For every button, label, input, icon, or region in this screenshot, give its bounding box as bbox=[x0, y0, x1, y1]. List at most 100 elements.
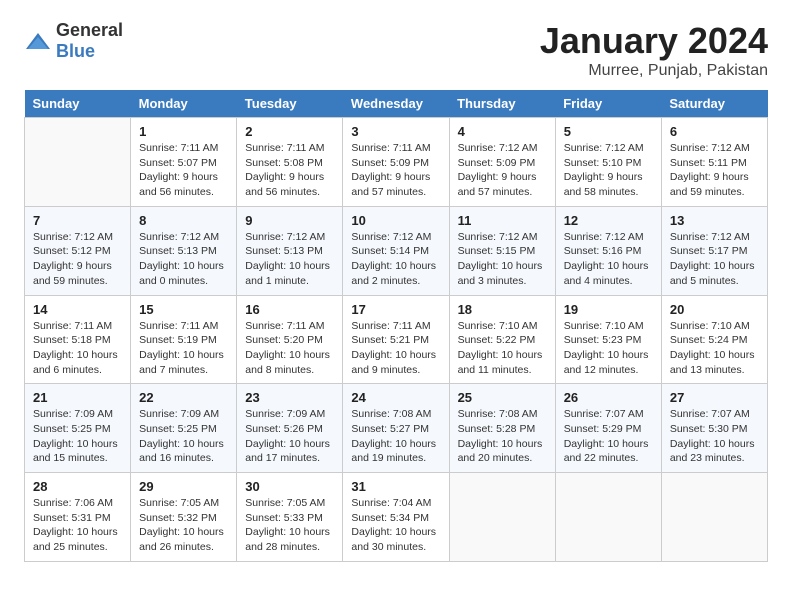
day-info: Sunrise: 7:11 AMSunset: 5:19 PMDaylight:… bbox=[139, 319, 228, 378]
calendar-cell bbox=[449, 473, 555, 562]
calendar-cell: 29 Sunrise: 7:05 AMSunset: 5:32 PMDayligh… bbox=[131, 473, 237, 562]
calendar-cell: 18Sunrise: 7:10 AMSunset: 5:22 PMDayligh… bbox=[449, 295, 555, 384]
weekday-header-wednesday: Wednesday bbox=[343, 90, 449, 118]
day-number: 8 bbox=[139, 213, 228, 228]
calendar-cell: 19Sunrise: 7:10 AMSunset: 5:23 PMDayligh… bbox=[555, 295, 661, 384]
day-info: Sunrise: 7:04 AMSunset: 5:34 PMDaylight:… bbox=[351, 496, 440, 555]
title-section: January 2024 Murree, Punjab, Pakistan bbox=[540, 20, 768, 80]
week-row-2: 7 Sunrise: 7:12 AMSunset: 5:12 PMDaylight… bbox=[25, 206, 768, 295]
calendar-cell: 30Sunrise: 7:05 AMSunset: 5:33 PMDayligh… bbox=[237, 473, 343, 562]
weekday-header-friday: Friday bbox=[555, 90, 661, 118]
weekday-header-tuesday: Tuesday bbox=[237, 90, 343, 118]
day-info: Sunrise: 7:09 AMSunset: 5:25 PMDaylight:… bbox=[33, 407, 122, 466]
calendar-cell bbox=[25, 118, 131, 207]
day-number: 27 bbox=[670, 390, 759, 405]
day-number: 17 bbox=[351, 302, 440, 317]
day-number: 16 bbox=[245, 302, 334, 317]
calendar-cell: 2Sunrise: 7:11 AMSunset: 5:08 PMDaylight… bbox=[237, 118, 343, 207]
day-number: 2 bbox=[245, 124, 334, 139]
day-number: 7 bbox=[33, 213, 122, 228]
day-info: Sunrise: 7:08 AMSunset: 5:27 PMDaylight:… bbox=[351, 407, 440, 466]
day-number: 20 bbox=[670, 302, 759, 317]
calendar-cell: 1 Sunrise: 7:11 AMSunset: 5:07 PMDaylight… bbox=[131, 118, 237, 207]
day-info: Sunrise: 7:10 AMSunset: 5:22 PMDaylight:… bbox=[458, 319, 547, 378]
calendar-cell bbox=[555, 473, 661, 562]
calendar-cell: 3 Sunrise: 7:11 AMSunset: 5:09 PMDaylight… bbox=[343, 118, 449, 207]
day-info: Sunrise: 7:07 AMSunset: 5:30 PMDaylight:… bbox=[670, 407, 759, 466]
day-info: Sunrise: 7:12 AMSunset: 5:13 PMDaylight:… bbox=[245, 230, 334, 289]
calendar-cell: 11Sunrise: 7:12 AMSunset: 5:15 PMDayligh… bbox=[449, 206, 555, 295]
day-info: Sunrise: 7:12 AMSunset: 5:11 PMDaylight:… bbox=[670, 141, 759, 200]
day-number: 6 bbox=[670, 124, 759, 139]
calendar-cell: 14Sunrise: 7:11 AMSunset: 5:18 PMDayligh… bbox=[25, 295, 131, 384]
weekday-header-sunday: Sunday bbox=[25, 90, 131, 118]
day-info: Sunrise: 7:11 AMSunset: 5:20 PMDaylight:… bbox=[245, 319, 334, 378]
day-number: 1 bbox=[139, 124, 228, 139]
day-number: 12 bbox=[564, 213, 653, 228]
calendar-cell: 9 Sunrise: 7:12 AMSunset: 5:13 PMDaylight… bbox=[237, 206, 343, 295]
day-number: 29 bbox=[139, 479, 228, 494]
day-number: 25 bbox=[458, 390, 547, 405]
logo: General Blue bbox=[24, 20, 123, 62]
day-info: Sunrise: 7:05 AMSunset: 5:32 PMDaylight:… bbox=[139, 496, 228, 555]
day-info: Sunrise: 7:06 AMSunset: 5:31 PMDaylight:… bbox=[33, 496, 122, 555]
calendar-cell: 24Sunrise: 7:08 AMSunset: 5:27 PMDayligh… bbox=[343, 384, 449, 473]
week-row-5: 28 Sunrise: 7:06 AMSunset: 5:31 PMDayligh… bbox=[25, 473, 768, 562]
calendar-cell: 22 Sunrise: 7:09 AMSunset: 5:25 PMDayligh… bbox=[131, 384, 237, 473]
calendar-cell: 21 Sunrise: 7:09 AMSunset: 5:25 PMDayligh… bbox=[25, 384, 131, 473]
day-number: 31 bbox=[351, 479, 440, 494]
logo-text-blue: Blue bbox=[56, 41, 95, 61]
calendar-cell: 17 Sunrise: 7:11 AMSunset: 5:21 PMDayligh… bbox=[343, 295, 449, 384]
day-number: 26 bbox=[564, 390, 653, 405]
location-title: Murree, Punjab, Pakistan bbox=[540, 62, 768, 80]
day-info: Sunrise: 7:11 AMSunset: 5:07 PMDaylight:… bbox=[139, 141, 228, 200]
weekday-header-saturday: Saturday bbox=[661, 90, 767, 118]
day-number: 15 bbox=[139, 302, 228, 317]
day-info: Sunrise: 7:12 AMSunset: 5:17 PMDaylight:… bbox=[670, 230, 759, 289]
day-info: Sunrise: 7:12 AMSunset: 5:14 PMDaylight:… bbox=[351, 230, 440, 289]
day-number: 9 bbox=[245, 213, 334, 228]
calendar-cell: 7 Sunrise: 7:12 AMSunset: 5:12 PMDaylight… bbox=[25, 206, 131, 295]
day-info: Sunrise: 7:07 AMSunset: 5:29 PMDaylight:… bbox=[564, 407, 653, 466]
calendar-cell: 25 Sunrise: 7:08 AMSunset: 5:28 PMDayligh… bbox=[449, 384, 555, 473]
day-number: 13 bbox=[670, 213, 759, 228]
day-info: Sunrise: 7:09 AMSunset: 5:25 PMDaylight:… bbox=[139, 407, 228, 466]
calendar-table: SundayMondayTuesdayWednesdayThursdayFrid… bbox=[24, 90, 768, 562]
day-number: 30 bbox=[245, 479, 334, 494]
calendar-cell: 20 Sunrise: 7:10 AMSunset: 5:24 PMDayligh… bbox=[661, 295, 767, 384]
day-number: 23 bbox=[245, 390, 334, 405]
day-number: 21 bbox=[33, 390, 122, 405]
weekday-header-row: SundayMondayTuesdayWednesdayThursdayFrid… bbox=[25, 90, 768, 118]
calendar-cell: 31 Sunrise: 7:04 AMSunset: 5:34 PMDayligh… bbox=[343, 473, 449, 562]
calendar-cell: 27 Sunrise: 7:07 AMSunset: 5:30 PMDayligh… bbox=[661, 384, 767, 473]
logo-text-general: General bbox=[56, 20, 123, 40]
calendar-cell: 6 Sunrise: 7:12 AMSunset: 5:11 PMDaylight… bbox=[661, 118, 767, 207]
day-number: 14 bbox=[33, 302, 122, 317]
day-info: Sunrise: 7:12 AMSunset: 5:12 PMDaylight:… bbox=[33, 230, 122, 289]
day-info: Sunrise: 7:12 AMSunset: 5:13 PMDaylight:… bbox=[139, 230, 228, 289]
calendar-cell: 13 Sunrise: 7:12 AMSunset: 5:17 PMDayligh… bbox=[661, 206, 767, 295]
day-number: 28 bbox=[33, 479, 122, 494]
day-info: Sunrise: 7:11 AMSunset: 5:21 PMDaylight:… bbox=[351, 319, 440, 378]
day-number: 5 bbox=[564, 124, 653, 139]
day-number: 3 bbox=[351, 124, 440, 139]
calendar-cell: 12Sunrise: 7:12 AMSunset: 5:16 PMDayligh… bbox=[555, 206, 661, 295]
calendar-cell: 8 Sunrise: 7:12 AMSunset: 5:13 PMDaylight… bbox=[131, 206, 237, 295]
day-number: 10 bbox=[351, 213, 440, 228]
logo-icon bbox=[24, 31, 52, 51]
day-info: Sunrise: 7:12 AMSunset: 5:10 PMDaylight:… bbox=[564, 141, 653, 200]
calendar-cell: 15 Sunrise: 7:11 AMSunset: 5:19 PMDayligh… bbox=[131, 295, 237, 384]
calendar-cell: 16 Sunrise: 7:11 AMSunset: 5:20 PMDayligh… bbox=[237, 295, 343, 384]
week-row-1: 1 Sunrise: 7:11 AMSunset: 5:07 PMDaylight… bbox=[25, 118, 768, 207]
calendar-cell: 4 Sunrise: 7:12 AMSunset: 5:09 PMDaylight… bbox=[449, 118, 555, 207]
day-info: Sunrise: 7:08 AMSunset: 5:28 PMDaylight:… bbox=[458, 407, 547, 466]
day-number: 4 bbox=[458, 124, 547, 139]
calendar-cell: 23Sunrise: 7:09 AMSunset: 5:26 PMDayligh… bbox=[237, 384, 343, 473]
day-info: Sunrise: 7:12 AMSunset: 5:09 PMDaylight:… bbox=[458, 141, 547, 200]
weekday-header-monday: Monday bbox=[131, 90, 237, 118]
calendar-cell: 5 Sunrise: 7:12 AMSunset: 5:10 PMDaylight… bbox=[555, 118, 661, 207]
month-title: January 2024 bbox=[540, 20, 768, 62]
day-number: 22 bbox=[139, 390, 228, 405]
day-info: Sunrise: 7:10 AMSunset: 5:24 PMDaylight:… bbox=[670, 319, 759, 378]
day-info: Sunrise: 7:11 AMSunset: 5:09 PMDaylight:… bbox=[351, 141, 440, 200]
